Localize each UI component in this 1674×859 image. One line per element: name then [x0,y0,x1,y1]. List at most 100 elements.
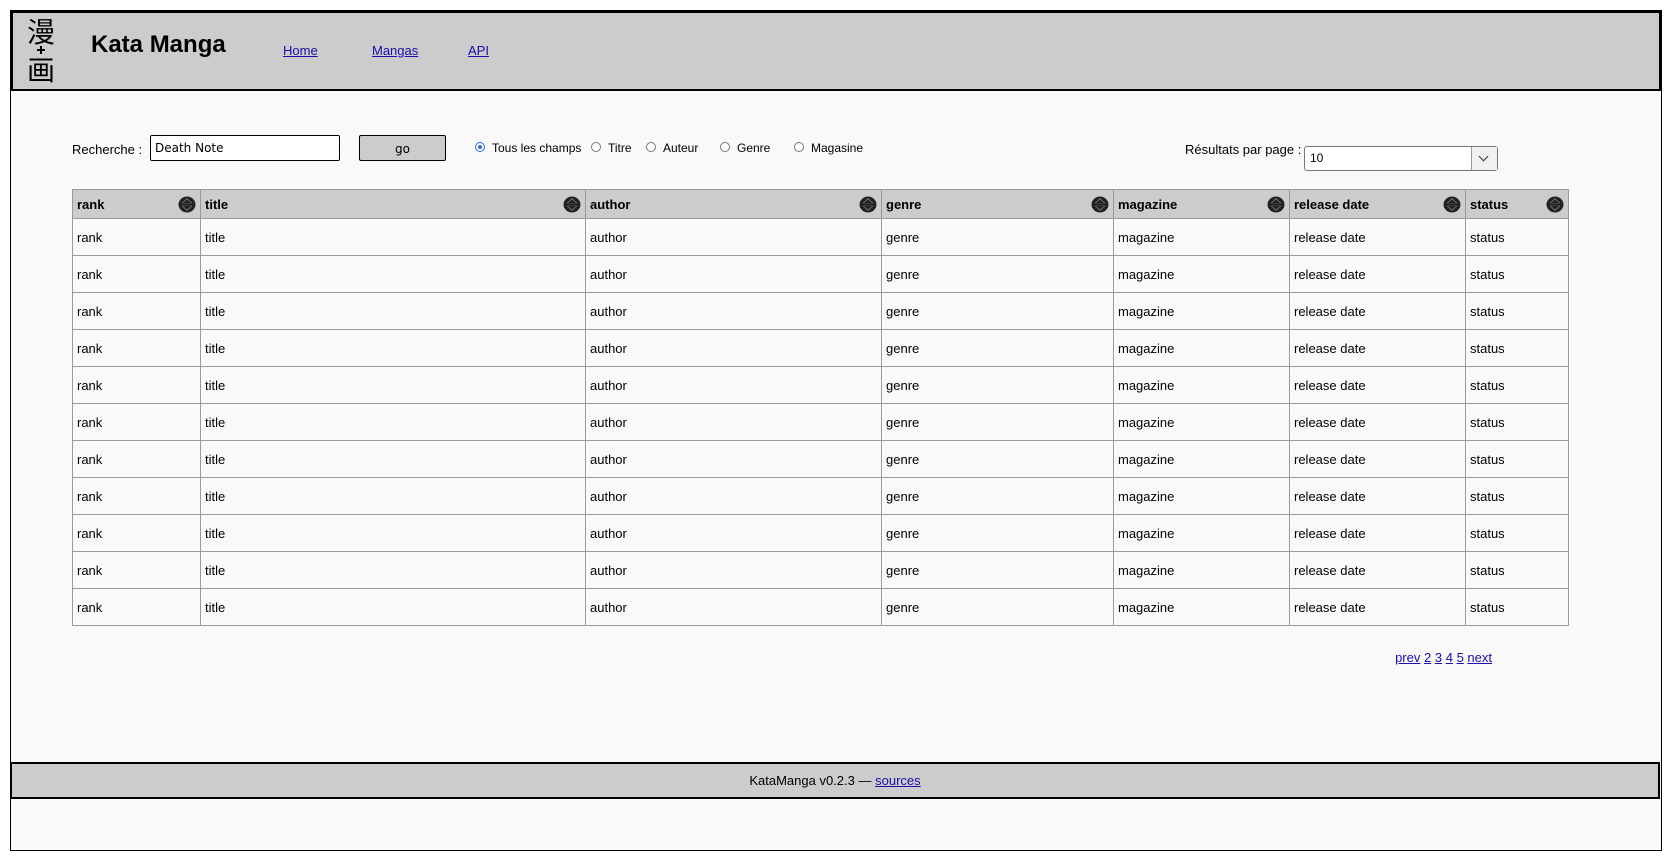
column-header-release-date[interactable]: release date [1289,189,1466,219]
table-cell: author [585,477,882,515]
radio-button[interactable] [720,142,730,152]
sort-icon[interactable] [859,196,877,213]
chevron-down-icon[interactable] [1471,147,1497,170]
table-row: rank title author genre magazine release date… [72,366,1569,404]
column-header-label: status [1470,196,1509,212]
table-row: rank title author genre magazine release date… [72,255,1569,293]
table-cell: title [200,514,586,552]
column-header-title[interactable]: title [200,189,586,219]
column-header-rank[interactable]: rank [72,189,201,219]
pagination-page-link[interactable]: 3 [1435,650,1442,665]
table-cell: release date [1289,551,1466,589]
table-cell: genre [881,551,1114,589]
table-cell: status [1465,551,1569,589]
table-cell: genre [881,588,1114,626]
table-cell: title [200,255,586,293]
table-cell: genre [881,292,1114,330]
table-cell: author [585,551,882,589]
table-cell: status [1465,218,1569,256]
table-cell: title [200,218,586,256]
sort-icon[interactable] [1546,196,1564,213]
table-cell: author [585,329,882,367]
footer: KataManga v0.2.3 — sources [10,762,1660,799]
table-cell: author [585,514,882,552]
logo: 漫 画 [23,17,59,87]
table-cell: genre [881,255,1114,293]
column-header-magazine[interactable]: magazine [1113,189,1290,219]
table-cell: rank [72,551,201,589]
table-cell: title [200,292,586,330]
table-cell: magazine [1113,403,1290,441]
table-cell: rank [72,329,201,367]
table-row: rank title author genre magazine release date… [72,514,1569,552]
column-header-status[interactable]: status [1465,189,1569,219]
pagination-page-link[interactable]: 5 [1457,650,1464,665]
radio-button[interactable] [646,142,656,152]
table-cell: title [200,366,586,404]
table-cell: release date [1289,588,1466,626]
footer-sources-link[interactable]: sources [875,773,921,788]
sort-icon[interactable] [1443,196,1461,213]
column-header-label: author [590,196,631,212]
table-row: rank title author genre magazine release date… [72,551,1569,589]
nav-mangas-link[interactable]: Mangas [372,43,418,58]
results-per-page-select[interactable]: 10 [1304,146,1498,171]
footer-version-text: KataManga v0.2.3 — [749,773,872,788]
radio-button[interactable] [794,142,804,152]
results-per-page-label: Résultats par page : [1185,142,1302,157]
sort-icon[interactable] [563,196,581,213]
column-header-label: title [205,196,229,212]
table-cell: magazine [1113,514,1290,552]
table-cell: status [1465,255,1569,293]
table-cell: release date [1289,440,1466,478]
table-cell: magazine [1113,329,1290,367]
sort-icon[interactable] [1267,196,1285,213]
table-cell: title [200,477,586,515]
radio-label: Genre [737,141,771,155]
table-row: rank title author genre magazine release date… [72,403,1569,441]
table-cell: magazine [1113,218,1290,256]
search-input[interactable] [150,135,340,161]
table-cell: rank [72,403,201,441]
table-cell: author [585,292,882,330]
sort-icon[interactable] [1091,196,1109,213]
column-header-label: release date [1294,196,1370,212]
table-cell: rank [72,366,201,404]
pagination-page-link[interactable]: 4 [1446,650,1453,665]
table-cell: author [585,440,882,478]
table-cell: status [1465,366,1569,404]
radio-button[interactable] [591,142,601,152]
table-cell: release date [1289,514,1466,552]
table-row: rank title author genre magazine release date… [72,477,1569,515]
table-cell: author [585,403,882,441]
table-cell: genre [881,366,1114,404]
table-cell: author [585,366,882,404]
column-header-genre[interactable]: genre [881,189,1114,219]
nav-api-link[interactable]: API [468,43,489,58]
table-cell: magazine [1113,366,1290,404]
table-cell: release date [1289,477,1466,515]
table-cell: rank [72,514,201,552]
pagination-prev-link[interactable]: prev [1395,650,1420,665]
column-header-label: rank [77,196,105,212]
table-cell: rank [72,440,201,478]
table-cell: genre [881,477,1114,515]
table-cell: release date [1289,292,1466,330]
column-header-author[interactable]: author [585,189,882,219]
table-row: rank title author genre magazine release date… [72,292,1569,330]
logo-char-bottom: 画 [26,54,55,87]
pagination-page-link[interactable]: 2 [1424,650,1431,665]
go-button[interactable]: go [359,135,446,161]
table-cell: title [200,329,586,367]
table-cell: genre [881,514,1114,552]
pagination-next-link[interactable]: next [1467,650,1492,665]
sort-icon[interactable] [178,196,196,213]
table-cell: status [1465,514,1569,552]
table-cell: magazine [1113,292,1290,330]
radio-label: Magasine [811,141,864,155]
table-cell: title [200,551,586,589]
table-cell: release date [1289,329,1466,367]
table-cell: author [585,255,882,293]
radio-button-checked[interactable] [475,142,485,152]
nav-home-link[interactable]: Home [283,43,318,58]
